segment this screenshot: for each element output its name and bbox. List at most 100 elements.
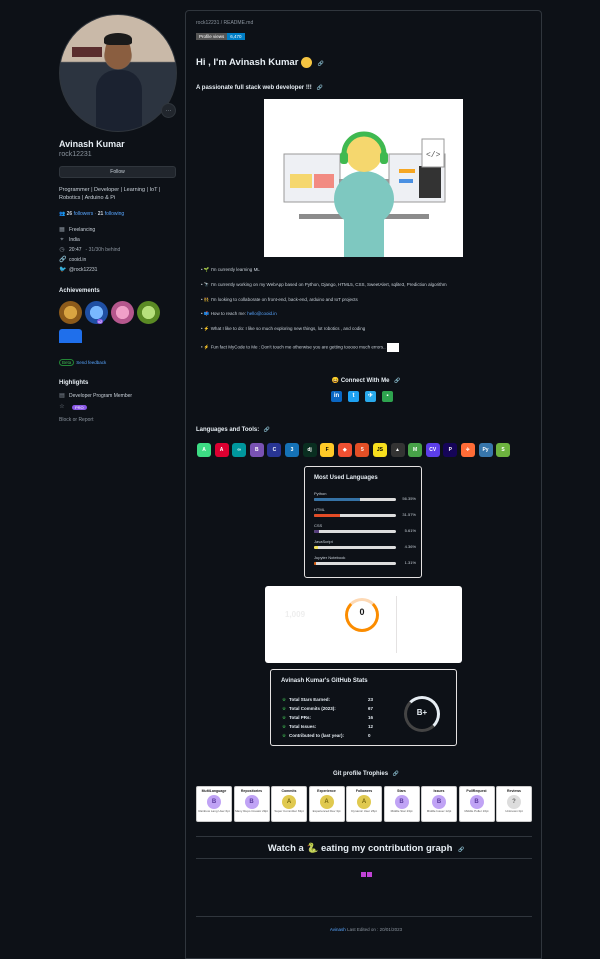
profile-login: rock12231 <box>59 151 92 158</box>
django-icon[interactable]: dj <box>302 443 317 457</box>
follow-button[interactable]: Follow <box>59 166 176 178</box>
twitter-icon[interactable]: t <box>348 391 359 402</box>
trophy-rank: B <box>469 795 484 809</box>
send-feedback-link[interactable]: Send feedback <box>76 360 106 365</box>
trophy-multilanguage: MultiLanguage B Rainbow Lang User 6pt <box>196 786 232 822</box>
html5-icon[interactable]: 5 <box>355 443 370 457</box>
footer-author-link[interactable]: Avinash <box>330 927 346 932</box>
set-status-icon[interactable]: … <box>161 103 176 118</box>
anchor-link-icon[interactable]: 🔗 <box>458 847 464 853</box>
list-item-reach-me: • 📫 How to reach me: hello@cooid.in <box>201 311 277 316</box>
avatar[interactable] <box>59 14 177 132</box>
time-note: - 31/30h behind <box>85 247 121 253</box>
achievement-badge-yolo[interactable] <box>111 301 134 324</box>
readme-title: Hi , I'm Avinash Kumar 🔗 <box>196 57 324 68</box>
linkedin-icon[interactable]: in <box>331 391 342 402</box>
bootstrap-icon[interactable]: B <box>249 443 264 457</box>
opencv-icon[interactable]: CV <box>425 443 440 457</box>
language-percent: 4.36% <box>404 544 416 549</box>
trophy-subtitle: Middle Star 23pt <box>390 809 413 813</box>
android-icon[interactable]: A <box>197 443 211 457</box>
pandas-icon[interactable]: P <box>443 443 458 457</box>
smile-emoji-icon <box>301 57 313 68</box>
language-bar <box>314 530 396 533</box>
stat-value: 23 <box>368 697 374 702</box>
readme-breadcrumb[interactable]: rock12231 / README.md <box>196 20 253 26</box>
achievement-badge-pair-extraordinaire[interactable] <box>137 301 160 324</box>
email-link[interactable]: hello@cooid.in <box>247 311 277 316</box>
streak-current-value: 0 <box>359 607 365 617</box>
other-icon[interactable]: ▪ <box>382 391 393 402</box>
list-text-3: I'm looking to collaborate on front-end,… <box>210 297 358 302</box>
twitter-handle[interactable]: @rock12231 <box>69 267 97 273</box>
developer-program-icon: ▤ <box>59 393 65 399</box>
block-or-report-link[interactable]: Block or Report <box>59 417 93 423</box>
language-row: HTML 31.57% <box>314 507 416 517</box>
arduino-icon[interactable]: ∞ <box>232 443 247 457</box>
firebase-icon[interactable]: F <box>320 443 335 457</box>
anchor-link-icon[interactable]: 🔗 <box>394 378 400 384</box>
achievements-heading: Achievements <box>59 288 100 294</box>
beta-feedback[interactable]: Beta Send feedback <box>59 359 106 366</box>
language-name: JavaScript <box>314 539 333 544</box>
svg-text:</>: </> <box>426 151 441 160</box>
stats-row: ☆ Total PRs: 16 <box>282 715 382 721</box>
list-text-5: What I like to do: I like so much explor… <box>210 326 366 331</box>
most-used-languages-card: Most Used Languages Python 56.35% HTML 31.5… <box>304 466 422 578</box>
local-time: 20:47 <box>69 247 82 253</box>
github-stats-card: Avinash Kumar's GitHub Stats ☆ Total Star… <box>270 669 457 746</box>
postman-icon[interactable]: ✈ <box>460 443 475 457</box>
stats-row: ☆ Contributed to (last year): 0 <box>282 733 382 739</box>
achievement-badge-pull-shark[interactable] <box>59 301 82 324</box>
snake-cell <box>367 872 372 877</box>
list-text-6: Fun fact MyCode to Me : Don't touch me o… <box>210 344 386 350</box>
trophy-subtitle: Middle Issuer 12pt <box>426 809 452 813</box>
trophy-subtitle: Unknown 0pt <box>505 809 523 813</box>
python-icon[interactable]: Py <box>478 443 493 457</box>
stats-row: ☆ Total Stars Earned: 23 <box>282 697 382 703</box>
anchor-link-icon[interactable]: 🔗 <box>316 85 322 91</box>
stat-label: Contributed to (last year): <box>289 733 345 738</box>
spring-icon[interactable]: S <box>496 443 511 457</box>
divider <box>196 858 532 859</box>
language-percent: 31.57% <box>402 512 416 517</box>
stat-value: 12 <box>368 724 374 729</box>
javascript-icon[interactable]: JS <box>372 443 387 457</box>
connect-heading: 😄 Connect With Me 🔗 <box>331 378 401 384</box>
website-row[interactable]: 🔗 cooid.in <box>59 257 86 263</box>
telegram-icon[interactable]: ✈ <box>365 391 376 402</box>
followers-link[interactable]: 26 followers <box>67 211 94 217</box>
mongodb-icon[interactable]: M <box>408 443 423 457</box>
language-bar-fill <box>314 546 318 549</box>
stats-row: ☆ Total Issues: 12 <box>282 724 382 730</box>
trophy-rank: B <box>432 795 446 809</box>
languages-card-title: Most Used Languages <box>314 475 378 481</box>
anchor-link-icon[interactable]: 🔗 <box>264 427 270 433</box>
achievement-badge-arctic-code-vault[interactable] <box>59 329 82 352</box>
website-link[interactable]: cooid.in <box>69 257 86 263</box>
trophy-followers: Followers A Dynamic User 26pt <box>346 786 382 822</box>
pro-badge: PRO <box>72 404 87 410</box>
language-row: CSS 5.61% <box>314 523 416 533</box>
git-icon[interactable]: ◆ <box>337 443 352 457</box>
star-icon: ☆ <box>59 404 65 410</box>
stat-value: 16 <box>368 715 374 720</box>
anchor-link-icon[interactable]: 🔗 <box>393 771 399 777</box>
trophy-repositories: Repositories B Many Repo Creator 29pt <box>233 786 270 822</box>
c-icon[interactable]: C <box>267 443 282 457</box>
angular-icon[interactable]: A <box>214 443 229 457</box>
twitter-row[interactable]: 🐦 @rock12231 <box>59 267 97 273</box>
stat-icon: ☆ <box>282 724 287 729</box>
language-row: JavaScript 4.36% <box>314 539 416 549</box>
time-row: ◷ 20:47 - 31/30h behind <box>59 247 120 253</box>
linux-icon[interactable]: ▲ <box>390 443 405 457</box>
location-icon: ⌖ <box>60 237 64 243</box>
anchor-link-icon[interactable]: 🔗 <box>318 61 324 67</box>
trophy-subtitle: Dynamic User 26pt <box>351 809 377 813</box>
css3-icon[interactable]: 3 <box>284 443 299 457</box>
watch-heading-text-2: eating my contribution graph <box>320 843 453 854</box>
footer: Avinash Last Edited on : 20/01/2023 <box>196 927 536 932</box>
trophy-title: Repositories <box>240 789 263 793</box>
trophy-title: Stars <box>397 789 406 793</box>
following-link[interactable]: 21 following <box>98 211 124 217</box>
